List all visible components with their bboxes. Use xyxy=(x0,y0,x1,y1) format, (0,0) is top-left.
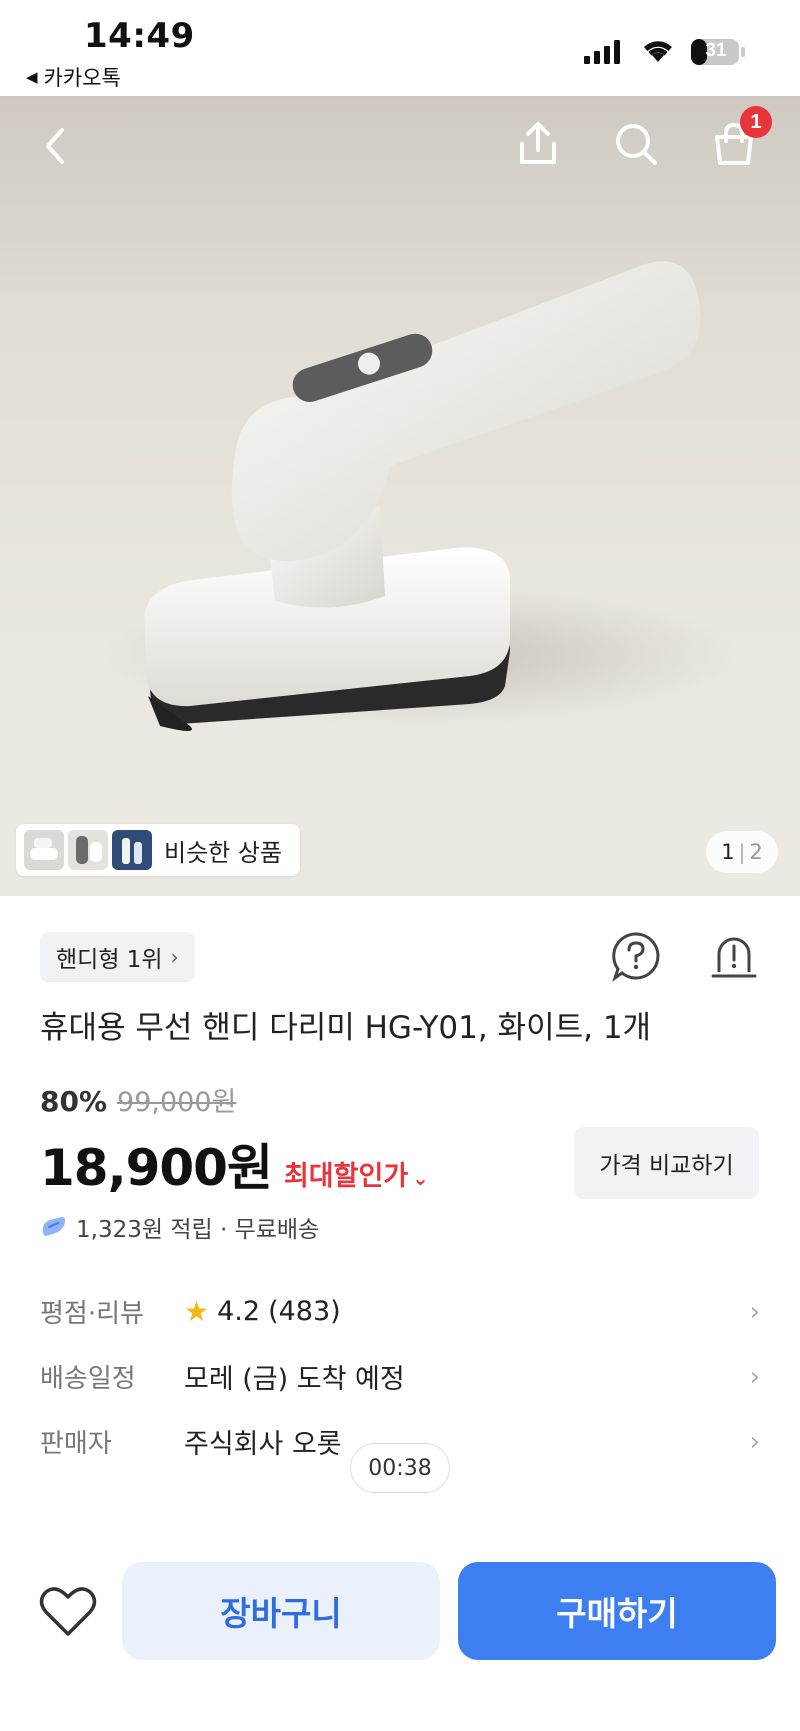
seller-value: 주식회사 오롯 xyxy=(184,1428,342,1460)
rating-review-row[interactable]: 평점·리뷰 ★ 4.2 (483) › xyxy=(40,1287,760,1335)
rating-value: 4.2 xyxy=(217,1295,261,1327)
seller-label: 판매자 xyxy=(40,1428,112,1459)
points-icon xyxy=(42,1217,66,1236)
iron-illustration xyxy=(100,261,740,731)
review-count: (483) xyxy=(268,1295,341,1327)
delivery-row[interactable]: 배송일정 모레 (금) 도착 예정 › xyxy=(40,1352,760,1400)
back-app-label: 카카오톡 xyxy=(43,66,121,90)
chevron-right-icon: › xyxy=(749,1362,760,1392)
wifi-icon xyxy=(644,41,672,62)
pager-separator: | xyxy=(738,840,746,864)
sale-price: 18,900원 xyxy=(40,1139,273,1197)
siren-icon xyxy=(711,937,757,978)
similar-thumbnail-3 xyxy=(112,830,152,870)
original-price: 99,000원 xyxy=(117,1087,237,1118)
price-row: 18,900원 최대할인가 ⌄ xyxy=(40,1128,429,1200)
discount-rate: 80% xyxy=(40,1085,108,1118)
points-text: 1,323원 적립 · 무료배송 xyxy=(76,1217,320,1243)
share-button[interactable] xyxy=(510,114,566,174)
category-rank-chip[interactable]: 핸디형 1위 › xyxy=(40,932,195,982)
pager-total: 2 xyxy=(749,840,763,864)
back-arrow-icon xyxy=(46,128,64,164)
chevron-right-icon: › xyxy=(749,1427,760,1457)
pager-current: 1 xyxy=(721,840,735,864)
share-icon xyxy=(520,122,556,164)
max-discount-label: 최대할인가 xyxy=(283,1161,409,1192)
chevron-right-icon: › xyxy=(170,945,179,969)
back-triangle-icon: ◀ xyxy=(26,68,38,86)
product-title: 휴대용 무선 핸디 다리미 HG-Y01, 화이트, 1개 xyxy=(40,1010,652,1046)
product-image[interactable] xyxy=(0,96,800,896)
delivery-value: 모레 (금) 도착 예정 xyxy=(184,1363,405,1395)
buy-now-button[interactable]: 구매하기 xyxy=(458,1562,776,1660)
max-discount-toggle[interactable]: 최대할인가 ⌄ xyxy=(284,1154,429,1193)
back-to-app[interactable]: ◀ 카카오톡 xyxy=(26,62,121,92)
discount-row: 80% 99,000원 xyxy=(40,1080,236,1119)
star-icon: ★ xyxy=(184,1294,210,1328)
heart-icon xyxy=(39,1587,97,1636)
points-row: 1,323원 적립 · 무료배송 xyxy=(40,1210,319,1244)
chevron-down-icon: ⌄ xyxy=(412,1166,429,1190)
rank-label: 핸디형 1위 xyxy=(56,947,163,973)
video-timer: 00:38 xyxy=(350,1443,450,1493)
chevron-right-icon: › xyxy=(749,1297,760,1327)
status-bar: 14:49 ◀ 카카오톡 31 xyxy=(0,0,800,96)
similar-thumbnail-2 xyxy=(68,830,108,870)
add-to-cart-button[interactable]: 장바구니 xyxy=(122,1562,440,1660)
question-bubble-icon xyxy=(612,932,660,982)
wishlist-button[interactable] xyxy=(38,1584,98,1640)
similar-products-label: 비슷한 상품 xyxy=(164,838,283,867)
report-button[interactable] xyxy=(706,928,762,984)
search-button[interactable] xyxy=(608,114,664,174)
rating-value-group: ★ 4.2 (483) xyxy=(184,1295,341,1328)
similar-products-button[interactable]: 비슷한 상품 xyxy=(16,824,300,876)
similar-thumbnail-1 xyxy=(24,830,64,870)
search-icon xyxy=(616,124,657,165)
compare-price-button[interactable]: 가격 비교하기 xyxy=(574,1127,759,1199)
image-pager: 1 | 2 xyxy=(706,831,778,873)
cart-count-badge: 1 xyxy=(740,106,772,138)
signal-icon xyxy=(584,40,620,64)
battery-level: 31 xyxy=(705,40,727,61)
inquiry-button[interactable] xyxy=(608,928,664,984)
back-button[interactable] xyxy=(28,118,84,174)
status-time: 14:49 xyxy=(84,16,195,56)
delivery-label: 배송일정 xyxy=(40,1363,136,1394)
rating-label: 평점·리뷰 xyxy=(40,1298,144,1329)
